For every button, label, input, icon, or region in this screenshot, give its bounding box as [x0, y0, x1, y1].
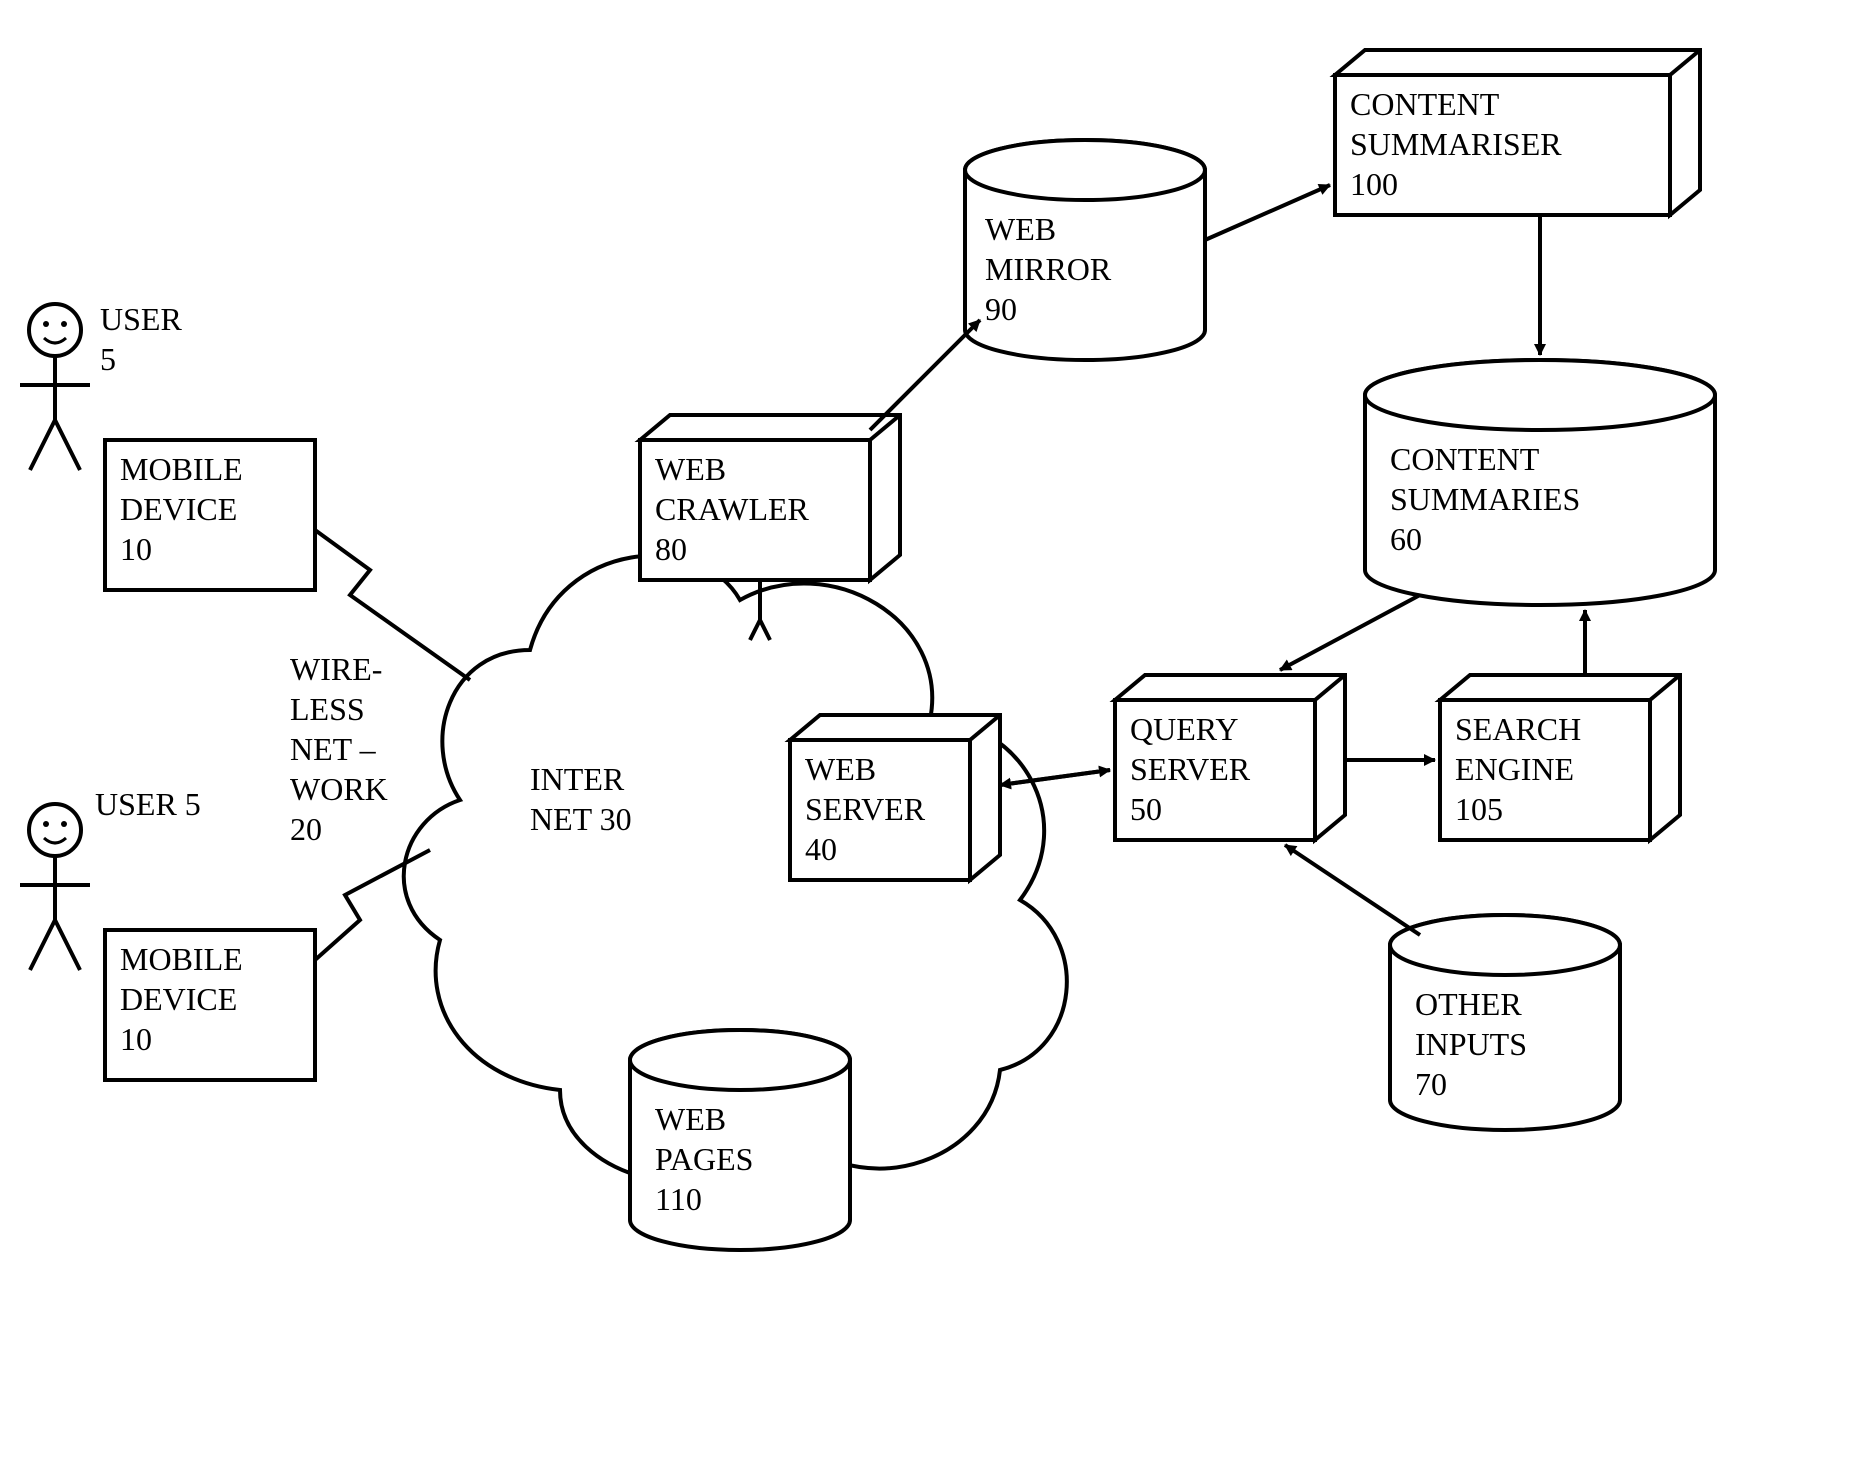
svg-text:MOBILE: MOBILE: [120, 451, 243, 487]
svg-text:50: 50: [1130, 791, 1162, 827]
internet-line1: INTER: [530, 761, 625, 797]
svg-text:MOBILE: MOBILE: [120, 941, 243, 977]
svg-text:WEB: WEB: [985, 211, 1056, 247]
query-server: QUERY SERVER 50: [1115, 675, 1345, 840]
web-server: WEB SERVER 40: [790, 715, 1000, 880]
content-summaries: CONTENT SUMMARIES 60: [1365, 360, 1715, 605]
svg-text:WEB: WEB: [805, 751, 876, 787]
svg-text:110: 110: [655, 1181, 702, 1217]
svg-text:CRAWLER: CRAWLER: [655, 491, 810, 527]
svg-text:WIRE-: WIRE-: [290, 651, 382, 687]
svg-text:SUMMARIES: SUMMARIES: [1390, 481, 1580, 517]
svg-text:WEB: WEB: [655, 1101, 726, 1137]
content-summariser: CONTENT SUMMARISER 100: [1335, 50, 1700, 215]
svg-text:SERVER: SERVER: [805, 791, 926, 827]
svg-text:10: 10: [120, 531, 152, 567]
svg-text:WORK: WORK: [290, 771, 388, 807]
svg-text:WEB: WEB: [655, 451, 726, 487]
svg-text:ENGINE: ENGINE: [1455, 751, 1574, 787]
svg-text:NET –: NET –: [290, 731, 377, 767]
web-crawler: WEB CRAWLER 80: [640, 415, 900, 580]
svg-text:OTHER: OTHER: [1415, 986, 1522, 1022]
internet-line2: NET 30: [530, 801, 632, 837]
search-engine: SEARCH ENGINE 105: [1440, 675, 1680, 840]
svg-text:40: 40: [805, 831, 837, 867]
svg-text:SERVER: SERVER: [1130, 751, 1251, 787]
svg-text:LESS: LESS: [290, 691, 365, 727]
mobile-device-1: MOBILE DEVICE 10: [105, 440, 315, 590]
user-2-label: USER 5: [95, 786, 201, 822]
svg-text:INPUTS: INPUTS: [1415, 1026, 1527, 1062]
svg-text:SEARCH: SEARCH: [1455, 711, 1581, 747]
svg-text:60: 60: [1390, 521, 1422, 557]
architecture-diagram: USER 5 USER 5 MOBILE DEVICE 10 MOBILE DE…: [0, 0, 1869, 1460]
svg-text:PAGES: PAGES: [655, 1141, 753, 1177]
user-1-label: USER: [100, 301, 182, 337]
svg-text:MIRROR: MIRROR: [985, 251, 1112, 287]
web-mirror: WEB MIRROR 90: [965, 140, 1205, 360]
svg-text:20: 20: [290, 811, 322, 847]
svg-text:80: 80: [655, 531, 687, 567]
wireless-network-label: WIRE- LESS NET – WORK 20: [290, 651, 388, 847]
svg-text:90: 90: [985, 291, 1017, 327]
web-pages: WEB PAGES 110: [630, 1030, 850, 1250]
svg-text:DEVICE: DEVICE: [120, 981, 237, 1017]
mobile-device-2: MOBILE DEVICE 10: [105, 930, 315, 1080]
svg-text:DEVICE: DEVICE: [120, 491, 237, 527]
svg-text:QUERY: QUERY: [1130, 711, 1238, 747]
svg-text:10: 10: [120, 1021, 152, 1057]
svg-text:SUMMARISER: SUMMARISER: [1350, 126, 1562, 162]
svg-text:CONTENT: CONTENT: [1350, 86, 1500, 122]
svg-text:100: 100: [1350, 166, 1398, 202]
other-inputs: OTHER INPUTS 70: [1390, 915, 1620, 1130]
svg-text:105: 105: [1455, 791, 1503, 827]
user-1-number: 5: [100, 341, 116, 377]
svg-text:70: 70: [1415, 1066, 1447, 1102]
svg-text:CONTENT: CONTENT: [1390, 441, 1540, 477]
